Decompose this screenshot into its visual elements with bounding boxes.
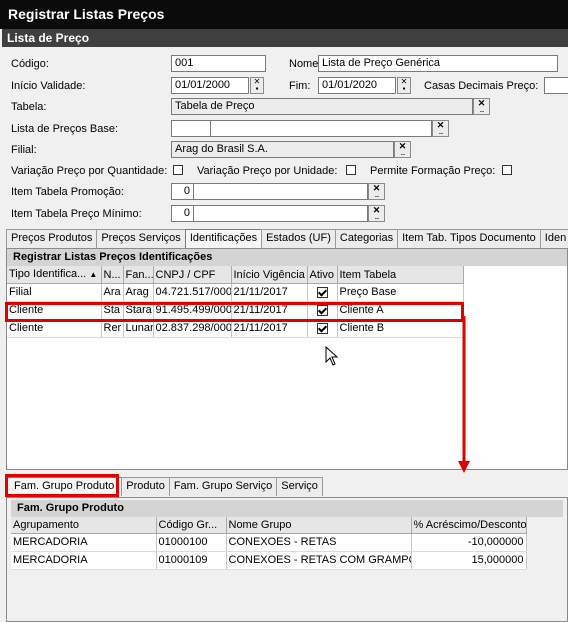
cell-nome: CONEXOES - RETAS COM GRAMPO <box>226 551 412 570</box>
promo-label: Item Tabela Promoção: <box>11 186 124 198</box>
checked-checkbox-icon[interactable] <box>316 322 328 334</box>
nome-field[interactable]: Lista de Preço Genérica <box>318 55 558 72</box>
tab-item-tab-tipos-documento[interactable]: Item Tab. Tipos Documento <box>397 229 541 248</box>
perm-form-checkbox[interactable] <box>502 165 512 175</box>
inicio-label: Início Validade: <box>11 80 86 92</box>
fam-grupo-produto-title: Fam. Grupo Produto <box>11 500 563 517</box>
cell-inicio: 21/11/2017 <box>231 319 308 338</box>
mouse-cursor-icon <box>325 346 339 366</box>
calendar-icon[interactable]: ✕ ▪ <box>397 77 411 94</box>
cell-tipo: Filial <box>7 283 102 302</box>
cell-codigo: 01000100 <box>156 533 227 552</box>
arrow-icon <box>458 316 470 473</box>
cell-n: Ara <box>101 283 124 302</box>
cell-ativo[interactable] <box>307 319 338 338</box>
cell-cnpj: 02.837.298/000 <box>153 319 232 338</box>
codigo-field[interactable]: 001 <box>171 55 266 72</box>
cell-codigo: 01000109 <box>156 551 227 570</box>
tab-identificacoes[interactable]: Identificações <box>184 229 263 248</box>
promo-num-field[interactable]: 0 <box>171 183 194 200</box>
filial-label: Filial: <box>11 144 37 156</box>
minimo-label: Item Tabela Preço Mínimo: <box>11 208 142 220</box>
tabela-field[interactable]: Tabela de Preço <box>171 98 473 115</box>
fim-label: Fim: <box>289 80 311 92</box>
cell-agrupamento: MERCADORIA <box>11 533 157 552</box>
cell-percentual: -10,000000 <box>411 533 527 552</box>
table-row[interactable]: Filial Ara Arag 04.721.517/000 21/11/201… <box>7 283 464 302</box>
col-n[interactable]: N... <box>101 266 124 284</box>
promo-field[interactable] <box>193 183 368 200</box>
inicio-field[interactable]: 01/01/2000 <box>171 77 249 94</box>
col-ativo[interactable]: Ativo <box>307 266 338 284</box>
var-uni-checkbox[interactable] <box>346 165 356 175</box>
cell-cnpj: 04.721.517/000 <box>153 283 232 302</box>
minimo-num-field[interactable]: 0 <box>171 205 194 222</box>
col-fantasia[interactable]: Fan... <box>123 266 154 284</box>
tab-iden[interactable]: Iden <box>539 229 568 248</box>
cell-agrupamento: MERCADORIA <box>11 551 157 570</box>
table-header-row: Agrupamento Código Gr... Nome Grupo % Ac… <box>11 517 527 534</box>
tab-precos-servicos[interactable]: Preços Serviços <box>96 229 186 248</box>
fam-grupo-produto-table: Agrupamento Código Gr... Nome Grupo % Ac… <box>11 517 527 570</box>
calendar-icon[interactable]: ✕ ▪ <box>250 77 264 94</box>
codigo-label: Código: <box>11 58 49 70</box>
col-inicio-vigencia[interactable]: Início Vigência <box>231 266 308 284</box>
cell-tipo: Cliente <box>7 319 102 338</box>
identificacoes-title: Registrar Listas Preços Identificações <box>7 249 567 266</box>
var-qtd-label: Variação Preço por Quantidade: <box>11 165 168 177</box>
var-uni-label: Variação Preço por Unidade: <box>197 165 338 177</box>
base-name-field[interactable] <box>210 120 432 137</box>
col-nome-grupo[interactable]: Nome Grupo <box>226 517 412 534</box>
lookup-button[interactable]: ✕... <box>368 205 385 222</box>
cell-fantasia: Lunar <box>123 319 154 338</box>
col-item-tabela[interactable]: Item Tabela <box>337 266 464 284</box>
tabela-label: Tabela: <box>11 101 47 113</box>
tab-estados[interactable]: Estados (UF) <box>261 229 336 248</box>
section-title: Lista de Preço <box>2 29 568 47</box>
perm-form-label: Permite Formação Preço: <box>370 165 496 177</box>
main-tabbar: Preços Produtos Preços Serviços Identifi… <box>6 229 568 248</box>
fim-field[interactable]: 01/01/2020 <box>318 77 396 94</box>
tab-precos-produtos[interactable]: Preços Produtos <box>6 229 98 248</box>
highlight-box <box>5 302 464 322</box>
col-tipo-identificacao[interactable]: Tipo Identifica... ▲ <box>7 266 102 284</box>
highlight-box <box>5 474 119 497</box>
lookup-button[interactable]: ✕... <box>473 98 490 115</box>
base-label: Lista de Preços Base: <box>11 123 119 135</box>
cell-inicio: 21/11/2017 <box>231 283 308 302</box>
table-row[interactable]: Cliente Rer Lunar 02.837.298/000 21/11/2… <box>7 319 464 338</box>
col-acrescimo-desconto[interactable]: % Acréscimo/Desconto <box>411 517 527 534</box>
window-title: Registrar Listas Preços <box>0 0 568 29</box>
cell-percentual: 15,000000 <box>411 551 527 570</box>
cell-item-tabela: Cliente B <box>337 319 464 338</box>
base-code-field[interactable] <box>171 120 211 137</box>
col-agrupamento[interactable]: Agrupamento <box>11 517 157 534</box>
cell-n: Rer <box>101 319 124 338</box>
lookup-button[interactable]: ✕... <box>394 141 411 158</box>
cell-ativo[interactable] <box>307 283 338 302</box>
table-row[interactable]: MERCADORIA 01000100 CONEXOES - RETAS -10… <box>11 533 527 552</box>
var-qtd-checkbox[interactable] <box>173 165 183 175</box>
minimo-field[interactable] <box>193 205 368 222</box>
tab-servico[interactable]: Serviço <box>276 477 323 496</box>
lookup-button[interactable]: ✕... <box>432 120 449 137</box>
casas-label: Casas Decimais Preço: <box>424 80 539 92</box>
nome-label: Nome: <box>289 58 322 70</box>
tab-categorias[interactable]: Categorias <box>334 229 399 248</box>
tab-fam-grupo-servico[interactable]: Fam. Grupo Serviço <box>168 477 278 496</box>
col-codigo-grupo[interactable]: Código Gr... <box>156 517 227 534</box>
col-cnpj-cpf[interactable]: CNPJ / CPF <box>153 266 232 284</box>
lookup-button[interactable]: ✕... <box>368 183 385 200</box>
table-header-row: Tipo Identifica... ▲ N... Fan... CNPJ / … <box>7 266 464 284</box>
cell-nome: CONEXOES - RETAS <box>226 533 412 552</box>
filial-field[interactable]: Arag do Brasil S.A. <box>171 141 394 158</box>
fam-grupo-produto-panel: Fam. Grupo Produto Agrupamento Código Gr… <box>6 497 568 622</box>
casas-field[interactable] <box>544 77 568 94</box>
cell-item-tabela: Preço Base <box>337 283 464 302</box>
identificacoes-panel: Registrar Listas Preços Identificações T… <box>6 248 568 470</box>
checked-checkbox-icon[interactable] <box>316 286 328 298</box>
table-row[interactable]: MERCADORIA 01000109 CONEXOES - RETAS COM… <box>11 551 527 570</box>
cell-fantasia: Arag <box>123 283 154 302</box>
tab-produto[interactable]: Produto <box>121 477 170 496</box>
